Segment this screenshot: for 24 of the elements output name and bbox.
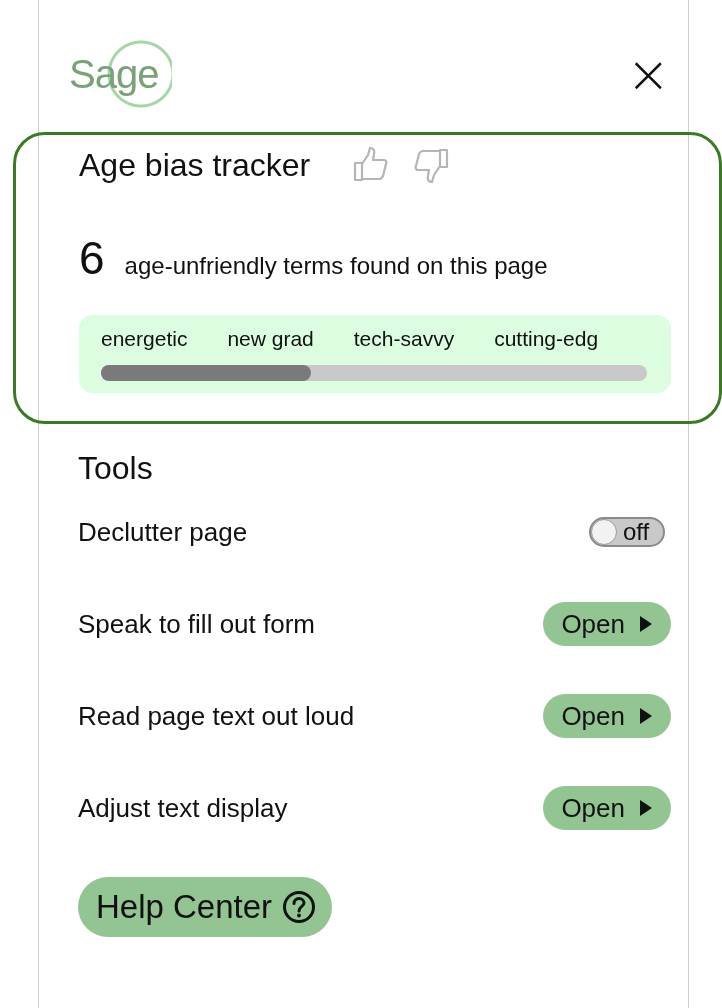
close-button[interactable]: × <box>618 48 678 100</box>
play-icon <box>639 799 653 817</box>
play-icon <box>639 707 653 725</box>
tracker-title: Age bias tracker <box>79 146 311 184</box>
tool-label: Adjust text display <box>78 792 288 824</box>
tool-label: Read page text out loud <box>78 700 355 732</box>
term-chip[interactable]: energetic <box>101 327 188 351</box>
open-button[interactable]: Open <box>543 694 671 738</box>
term-chip[interactable]: new grad <box>227 327 314 351</box>
term-chip[interactable]: cutting-edg <box>494 327 599 351</box>
help-center-button[interactable]: Help Center <box>78 877 333 937</box>
toggle-switch[interactable]: off <box>589 517 665 547</box>
open-button[interactable]: Open <box>543 602 671 646</box>
thumbs-down-icon[interactable] <box>412 147 451 183</box>
tool-label: Declutter page <box>78 516 248 548</box>
scroll-thumb[interactable] <box>101 365 312 381</box>
tool-label: Speak to fill out form <box>78 608 315 640</box>
question-icon <box>282 890 317 924</box>
play-icon <box>639 615 653 633</box>
section-title: Tools <box>78 450 154 487</box>
term-chip[interactable]: tech-savvy <box>353 327 455 351</box>
open-button[interactable]: Open <box>543 786 671 830</box>
term-count: 6 <box>79 231 105 285</box>
count-caption: age-unfriendly terms found on this page <box>124 252 548 280</box>
